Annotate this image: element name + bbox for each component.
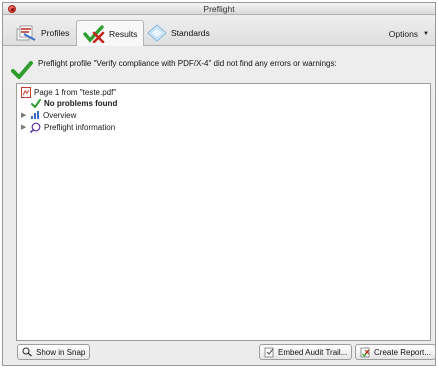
options-label: Options bbox=[388, 29, 419, 39]
toolbar: Profiles Results Standards Options ▼ bbox=[3, 16, 435, 46]
show-in-snap-label: Show in Snap bbox=[36, 347, 86, 357]
embed-audit-trail-label: Embed Audit Trail... bbox=[278, 347, 348, 357]
green-check-icon bbox=[11, 61, 33, 79]
window-title: Preflight bbox=[203, 4, 235, 14]
preflight-info-label: Preflight information bbox=[44, 122, 116, 132]
results-tree[interactable]: Page 1 from "teste.pdf" No problems foun… bbox=[16, 83, 431, 341]
create-report-label: Create Report... bbox=[374, 347, 431, 357]
preflight-window: Preflight Profiles Results Standards Opt… bbox=[2, 2, 436, 366]
overview-icon bbox=[30, 110, 40, 120]
tab-results-label: Results bbox=[109, 28, 138, 39]
tab-profiles-label: Profiles bbox=[41, 28, 70, 38]
results-icon bbox=[83, 24, 105, 43]
tree-item-preflight-information[interactable]: ▶ Preflight information bbox=[21, 121, 115, 133]
page-label: Page 1 from "teste.pdf" bbox=[34, 87, 117, 97]
tree-item-overview[interactable]: ▶ Overview bbox=[21, 109, 76, 121]
title-bar: Preflight bbox=[3, 3, 435, 15]
magnifier-icon bbox=[22, 347, 33, 357]
no-problems-label: No problems found bbox=[44, 98, 118, 108]
standards-icon bbox=[147, 24, 167, 42]
embed-audit-trail-button[interactable]: Embed Audit Trail... bbox=[259, 344, 353, 360]
overview-label: Overview bbox=[43, 110, 77, 120]
profiles-icon bbox=[15, 24, 37, 42]
status-message: Preflight profile "Verify compliance wit… bbox=[38, 59, 337, 68]
report-icon bbox=[360, 347, 371, 358]
pdf-file-icon bbox=[21, 86, 31, 98]
disclosure-triangle-icon[interactable]: ▶ bbox=[21, 123, 27, 131]
bottom-bar: Show in Snap Embed Audit Trail... Create… bbox=[3, 343, 436, 365]
tree-item-no-problems[interactable]: No problems found bbox=[31, 97, 117, 109]
create-report-button[interactable]: Create Report... bbox=[355, 344, 436, 360]
tab-results[interactable]: Results bbox=[76, 20, 145, 46]
info-magnifier-icon bbox=[30, 122, 41, 133]
small-check-icon bbox=[31, 98, 41, 108]
caret-down-icon: ▼ bbox=[423, 31, 429, 37]
audit-trail-icon bbox=[264, 347, 275, 358]
tab-standards-label: Standards bbox=[171, 28, 210, 38]
disclosure-triangle-icon[interactable]: ▶ bbox=[21, 111, 27, 119]
tab-standards[interactable]: Standards bbox=[141, 20, 216, 46]
show-in-snap-button[interactable]: Show in Snap bbox=[17, 344, 91, 360]
tab-profiles[interactable]: Profiles bbox=[9, 20, 75, 46]
options-menu[interactable]: Options ▼ bbox=[389, 29, 429, 39]
